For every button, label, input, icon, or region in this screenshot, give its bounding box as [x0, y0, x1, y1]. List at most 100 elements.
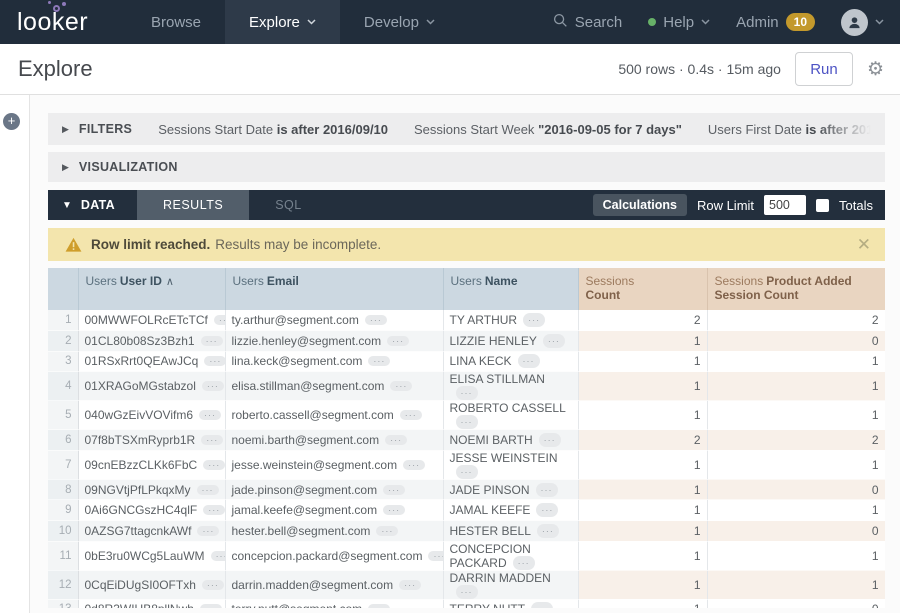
cell-product-added-count[interactable]: 0 — [707, 599, 885, 608]
cell-menu-icon[interactable]: ··· — [197, 485, 219, 495]
cell-product-added-count[interactable]: 1 — [707, 401, 885, 430]
nav-item-browse[interactable]: Browse — [127, 0, 225, 44]
cell-menu-icon[interactable]: ··· — [456, 465, 478, 479]
tab-results[interactable]: RESULTS — [137, 190, 249, 220]
cell-name[interactable]: NOEMI BARTH··· — [443, 430, 578, 451]
column-header-user-id[interactable]: UsersUser ID∧ — [78, 268, 225, 310]
cell-sessions-count[interactable]: 2 — [578, 430, 707, 451]
cell-menu-icon[interactable]: ··· — [399, 580, 421, 590]
cell-sessions-count[interactable]: 1 — [578, 521, 707, 542]
close-icon[interactable]: ✕ — [857, 235, 871, 255]
cell-email[interactable]: concepcion.packard@segment.com··· — [225, 541, 443, 570]
cell-menu-icon[interactable]: ··· — [456, 585, 478, 599]
gear-icon[interactable]: ⚙ — [867, 60, 884, 79]
cell-email[interactable]: hester.bell@segment.com··· — [225, 521, 443, 542]
cell-menu-icon[interactable]: ··· — [203, 505, 225, 515]
cell-product-added-count[interactable]: 0 — [707, 479, 885, 500]
cell-menu-icon[interactable]: ··· — [513, 556, 535, 570]
cell-menu-icon[interactable]: ··· — [523, 313, 545, 327]
cell-menu-icon[interactable]: ··· — [536, 503, 558, 517]
cell-email[interactable]: jamal.keefe@segment.com··· — [225, 500, 443, 521]
cell-product-added-count[interactable]: 0 — [707, 331, 885, 352]
cell-name[interactable]: TERRY NUTT··· — [443, 599, 578, 608]
cell-menu-icon[interactable]: ··· — [537, 524, 559, 538]
cell-menu-icon[interactable]: ··· — [531, 602, 553, 608]
cell-name[interactable]: TY ARTHUR··· — [443, 310, 578, 331]
cell-menu-icon[interactable]: ··· — [200, 604, 222, 608]
cell-name[interactable]: DARRIN MADDEN··· — [443, 570, 578, 599]
cell-menu-icon[interactable]: ··· — [383, 485, 405, 495]
cell-user-id[interactable]: 0CqEiDUgSI0OFTxh··· — [78, 570, 225, 599]
cell-sessions-count[interactable]: 1 — [578, 401, 707, 430]
cell-menu-icon[interactable]: ··· — [536, 483, 558, 497]
cell-menu-icon[interactable]: ··· — [390, 381, 412, 391]
totals-checkbox[interactable] — [816, 199, 829, 212]
nav-admin[interactable]: Admin 10 — [736, 13, 815, 31]
cell-menu-icon[interactable]: ··· — [201, 336, 223, 346]
cell-email[interactable]: ty.arthur@segment.com··· — [225, 310, 443, 331]
cell-user-id[interactable]: 0d8R3WIUB8pllNwh··· — [78, 599, 225, 608]
cell-user-id[interactable]: 0Ai6GNCGszHC4qlF··· — [78, 500, 225, 521]
column-header-email[interactable]: UsersEmail — [225, 268, 443, 310]
cell-menu-icon[interactable]: ··· — [368, 356, 390, 366]
cell-menu-icon[interactable]: ··· — [202, 580, 224, 590]
cell-product-added-count[interactable]: 1 — [707, 450, 885, 479]
cell-product-added-count[interactable]: 1 — [707, 372, 885, 401]
cell-name[interactable]: JESSE WEINSTEIN··· — [443, 450, 578, 479]
cell-user-id[interactable]: 01RSxRrt0QEAwJCq··· — [78, 351, 225, 372]
tab-sql[interactable]: SQL — [249, 190, 328, 220]
cell-sessions-count[interactable]: 2 — [578, 310, 707, 331]
cell-email[interactable]: darrin.madden@segment.com··· — [225, 570, 443, 599]
cell-user-id[interactable]: 07f8bTSXmRyprb1R··· — [78, 430, 225, 451]
cell-menu-icon[interactable]: ··· — [518, 354, 540, 368]
cell-sessions-count[interactable]: 1 — [578, 450, 707, 479]
nav-search[interactable]: Search — [553, 13, 623, 32]
cell-menu-icon[interactable]: ··· — [539, 433, 561, 447]
cell-name[interactable]: LINA KECK··· — [443, 351, 578, 372]
cell-name[interactable]: ROBERTO CASSELL··· — [443, 401, 578, 430]
cell-menu-icon[interactable]: ··· — [199, 410, 221, 420]
cell-sessions-count[interactable]: 1 — [578, 599, 707, 608]
cell-sessions-count[interactable]: 1 — [578, 479, 707, 500]
cell-email[interactable]: lina.keck@segment.com··· — [225, 351, 443, 372]
cell-menu-icon[interactable]: ··· — [365, 315, 387, 325]
column-header-count[interactable]: SessionsCount — [578, 268, 707, 310]
cell-user-id[interactable]: 040wGzEivVOVifm6··· — [78, 401, 225, 430]
calculations-button[interactable]: Calculations — [593, 194, 687, 216]
cell-sessions-count[interactable]: 1 — [578, 570, 707, 599]
collapse-arrow-icon[interactable]: ▼ — [62, 200, 72, 211]
visualization-bar[interactable]: ▶ VISUALIZATION — [48, 152, 885, 182]
cell-user-id[interactable]: 09NGVtjPfLPkqxMy··· — [78, 479, 225, 500]
add-button[interactable]: + — [3, 113, 20, 130]
cell-product-added-count[interactable]: 1 — [707, 500, 885, 521]
cell-menu-icon[interactable]: ··· — [214, 315, 225, 325]
filter-sessions-start-date[interactable]: Sessions Start Date is after 2016/09/10 — [158, 122, 388, 137]
cell-sessions-count[interactable]: 1 — [578, 351, 707, 372]
cell-name[interactable]: CONCEPCION PACKARD··· — [443, 541, 578, 570]
cell-menu-icon[interactable]: ··· — [387, 336, 409, 346]
cell-product-added-count[interactable]: 1 — [707, 541, 885, 570]
cell-menu-icon[interactable]: ··· — [383, 505, 405, 515]
cell-email[interactable]: elisa.stillman@segment.com··· — [225, 372, 443, 401]
cell-email[interactable]: jesse.weinstein@segment.com··· — [225, 450, 443, 479]
cell-user-id[interactable]: 01CL80b08Sz3Bzh1··· — [78, 331, 225, 352]
cell-product-added-count[interactable]: 1 — [707, 570, 885, 599]
cell-email[interactable]: roberto.cassell@segment.com··· — [225, 401, 443, 430]
cell-name[interactable]: JADE PINSON··· — [443, 479, 578, 500]
cell-product-added-count[interactable]: 2 — [707, 430, 885, 451]
cell-menu-icon[interactable]: ··· — [400, 410, 422, 420]
cell-sessions-count[interactable]: 1 — [578, 541, 707, 570]
cell-product-added-count[interactable]: 2 — [707, 310, 885, 331]
cell-menu-icon[interactable]: ··· — [456, 386, 478, 400]
cell-menu-icon[interactable]: ··· — [211, 551, 225, 561]
cell-menu-icon[interactable]: ··· — [385, 435, 407, 445]
cell-menu-icon[interactable]: ··· — [368, 604, 390, 608]
cell-menu-icon[interactable]: ··· — [203, 460, 225, 470]
cell-sessions-count[interactable]: 1 — [578, 331, 707, 352]
cell-menu-icon[interactable]: ··· — [428, 551, 443, 561]
filter-users-first-date[interactable]: Users First Date is after 2016/09/10 — [708, 122, 885, 137]
cell-user-id[interactable]: 0AZSG7ttagcnkAWf··· — [78, 521, 225, 542]
run-button[interactable]: Run — [795, 52, 853, 86]
cell-name[interactable]: JAMAL KEEFE··· — [443, 500, 578, 521]
nav-item-develop[interactable]: Develop — [340, 0, 459, 44]
